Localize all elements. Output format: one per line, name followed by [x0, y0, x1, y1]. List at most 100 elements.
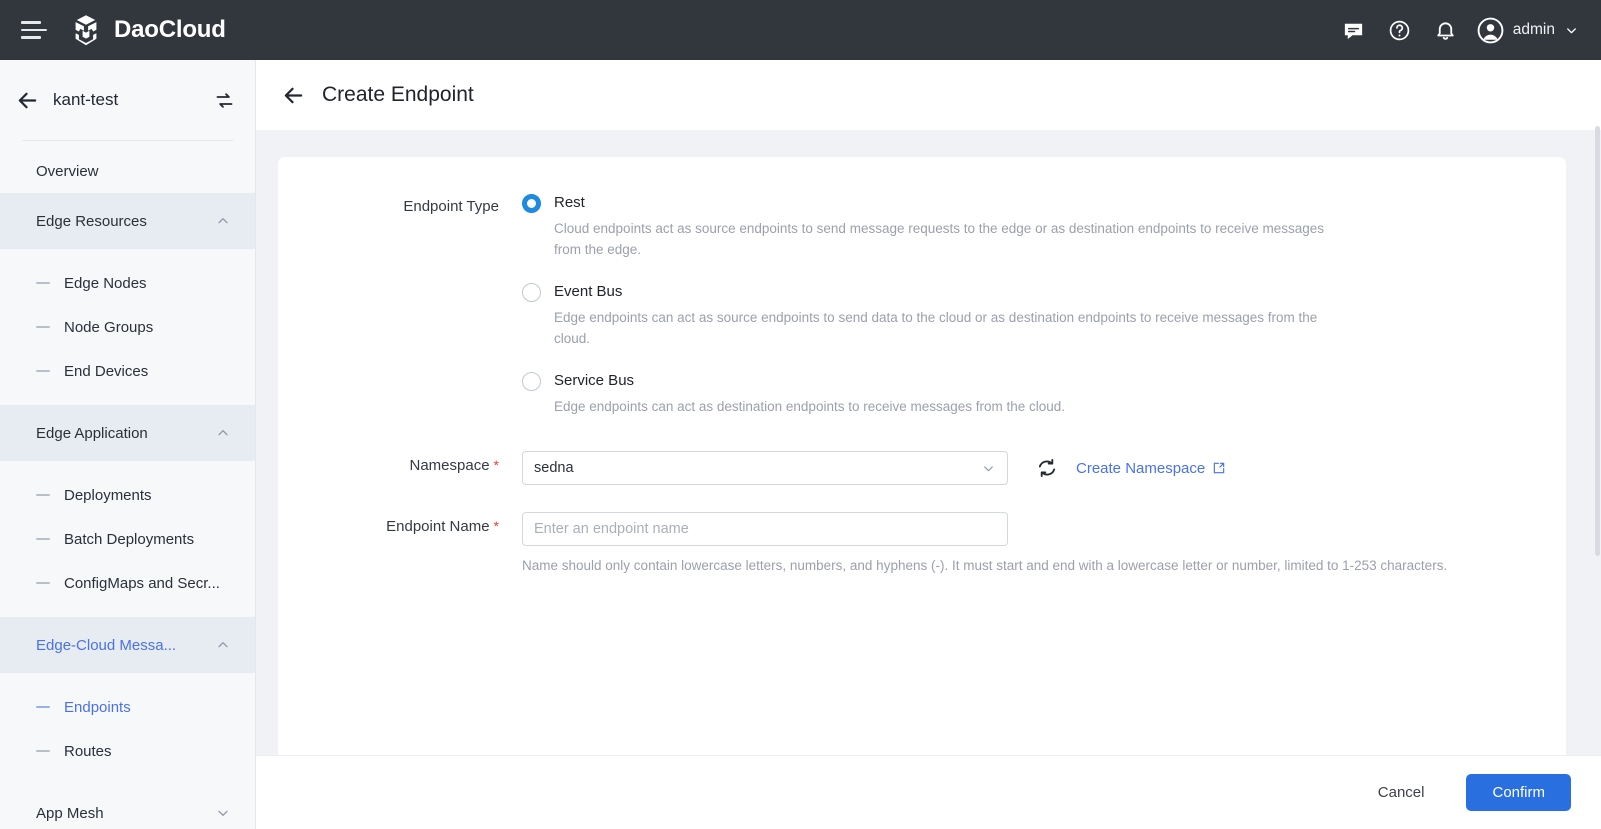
sidebar-item-label: ConfigMaps and Secr... — [64, 575, 220, 592]
radio-option-event-bus[interactable]: Event Bus Edge endpoints can act as sour… — [522, 282, 1526, 349]
help-icon[interactable] — [1377, 7, 1423, 53]
radio-slot — [522, 282, 554, 349]
chevron-up-icon[interactable] — [215, 425, 231, 441]
dash-icon — [36, 494, 50, 496]
sidebar-item-deployments[interactable]: Deployments — [0, 473, 255, 517]
sidebar-item-label: Overview — [36, 163, 99, 180]
sidebar-item-label: Deployments — [64, 487, 152, 504]
dash-icon — [36, 326, 50, 328]
endpoint-name-hint: Name should only contain lowercase lette… — [522, 555, 1462, 576]
radio-text-block: Rest Cloud endpoints act as source endpo… — [554, 193, 1354, 260]
sidebar-item-label: Endpoints — [64, 699, 131, 716]
dash-icon — [36, 750, 50, 752]
avatar — [1477, 17, 1504, 44]
sidebar-item-label: Routes — [64, 743, 112, 760]
sidebar-group-label: Edge Application — [36, 425, 215, 442]
topbar-actions: admin — [1331, 7, 1601, 53]
sidebar-item-label: Batch Deployments — [64, 531, 194, 548]
endpoint-name-label-text: Endpoint Name — [386, 518, 489, 535]
brand-logo-block[interactable]: DaoCloud — [69, 13, 226, 47]
switch-cluster-icon[interactable] — [214, 90, 235, 111]
sidebar-item-node-groups[interactable]: Node Groups — [0, 305, 255, 349]
sidebar-group-app-mesh[interactable]: App Mesh — [0, 785, 255, 829]
sidebar-header: kant-test — [0, 60, 255, 140]
chevron-up-icon[interactable] — [215, 213, 231, 229]
chevron-up-icon[interactable] — [215, 637, 231, 653]
sidebar-group-label: Edge Resources — [36, 213, 215, 230]
bell-icon[interactable] — [1423, 7, 1469, 53]
chevron-down-icon[interactable] — [215, 805, 231, 821]
radio-slot — [522, 193, 554, 260]
sidebar-item-label: Edge Nodes — [64, 275, 147, 292]
endpoint-name-field-group: Name should only contain lowercase lette… — [522, 512, 1566, 576]
namespace-field-group: sedna — [522, 451, 1566, 485]
radio-description: Cloud endpoints act as source endpoints … — [554, 218, 1354, 260]
field-row-namespace: Namespace* sedna — [278, 451, 1566, 485]
dash-icon — [36, 582, 50, 584]
namespace-select[interactable]: sedna — [522, 451, 1008, 485]
message-icon[interactable] — [1331, 7, 1377, 53]
namespace-label: Namespace* — [278, 451, 522, 485]
required-marker: * — [494, 457, 499, 473]
hamburger-icon[interactable] — [21, 21, 47, 39]
daocloud-cube-icon — [69, 13, 103, 47]
sidebar: kant-test Overview Edge Resources Edge N… — [0, 60, 256, 829]
confirm-button[interactable]: Confirm — [1466, 774, 1571, 811]
dash-icon — [36, 370, 50, 372]
sidebar-group-edge-cloud-messaging[interactable]: Edge-Cloud Messa... — [0, 617, 255, 673]
namespace-inline-row: sedna — [522, 451, 1526, 485]
radio-description: Edge endpoints can act as destination en… — [554, 396, 1065, 417]
field-row-endpoint-type: Endpoint Type Rest Cloud endpoints act a… — [278, 193, 1566, 417]
create-namespace-link[interactable]: Create Namespace — [1076, 460, 1226, 477]
cluster-name: kant-test — [53, 90, 200, 110]
sidebar-item-routes[interactable]: Routes — [0, 729, 255, 773]
top-navigation-bar: DaoCloud — [0, 0, 1601, 60]
sidebar-group-label: Edge-Cloud Messa... — [36, 637, 215, 654]
radio-text-block: Event Bus Edge endpoints can act as sour… — [554, 282, 1354, 349]
refresh-icon[interactable] — [1036, 457, 1058, 479]
user-name: admin — [1513, 21, 1555, 39]
sidebar-item-label: Node Groups — [64, 319, 153, 336]
external-link-icon — [1212, 461, 1226, 475]
sidebar-group-label: App Mesh — [36, 805, 215, 822]
page-header: Create Endpoint — [256, 60, 1601, 130]
main-content: Create Endpoint Endpoint Type Rest Cloud… — [256, 60, 1601, 829]
sidebar-item-endpoints[interactable]: Endpoints — [0, 685, 255, 729]
radio-label: Service Bus — [554, 371, 1065, 391]
required-marker: * — [494, 518, 499, 534]
radio-button-service-bus[interactable] — [522, 372, 541, 391]
scrollbar-thumb[interactable] — [1595, 126, 1600, 556]
chevron-down-icon[interactable] — [981, 461, 996, 476]
endpoint-type-label: Endpoint Type — [278, 193, 522, 417]
page-title: Create Endpoint — [322, 83, 474, 107]
sidebar-group-edge-application[interactable]: Edge Application — [0, 405, 255, 461]
radio-option-rest[interactable]: Rest Cloud endpoints act as source endpo… — [522, 193, 1526, 260]
create-endpoint-form-card: Endpoint Type Rest Cloud endpoints act a… — [278, 157, 1566, 755]
cancel-button[interactable]: Cancel — [1364, 776, 1439, 809]
dash-icon — [36, 282, 50, 284]
namespace-selected-value: sedna — [534, 460, 981, 476]
sidebar-item-batch-deployments[interactable]: Batch Deployments — [0, 517, 255, 561]
sidebar-item-end-devices[interactable]: End Devices — [0, 349, 255, 393]
chevron-down-icon[interactable] — [1564, 23, 1579, 38]
namespace-label-text: Namespace — [410, 457, 490, 474]
sidebar-item-label: End Devices — [64, 363, 148, 380]
radio-button-rest[interactable] — [522, 194, 541, 213]
arrow-left-icon[interactable] — [16, 89, 39, 112]
sidebar-item-overview[interactable]: Overview — [0, 149, 255, 193]
brand-name: DaoCloud — [114, 16, 226, 44]
endpoint-name-input-wrapper[interactable] — [522, 512, 1008, 546]
radio-label: Rest — [554, 193, 1354, 213]
user-menu[interactable]: admin — [1469, 17, 1583, 44]
create-endpoint-form: Endpoint Type Rest Cloud endpoints act a… — [278, 157, 1566, 576]
sidebar-item-configmaps-and-secrets[interactable]: ConfigMaps and Secr... — [0, 561, 255, 605]
sidebar-group-edge-resources[interactable]: Edge Resources — [0, 193, 255, 249]
sidebar-item-edge-nodes[interactable]: Edge Nodes — [0, 261, 255, 305]
radio-option-service-bus[interactable]: Service Bus Edge endpoints can act as de… — [522, 371, 1526, 417]
endpoint-name-input[interactable] — [534, 521, 996, 537]
arrow-left-icon[interactable] — [282, 84, 305, 107]
radio-text-block: Service Bus Edge endpoints can act as de… — [554, 371, 1065, 417]
scrollbar-track[interactable] — [1594, 120, 1601, 815]
radio-button-event-bus[interactable] — [522, 283, 541, 302]
create-namespace-label: Create Namespace — [1076, 460, 1205, 477]
